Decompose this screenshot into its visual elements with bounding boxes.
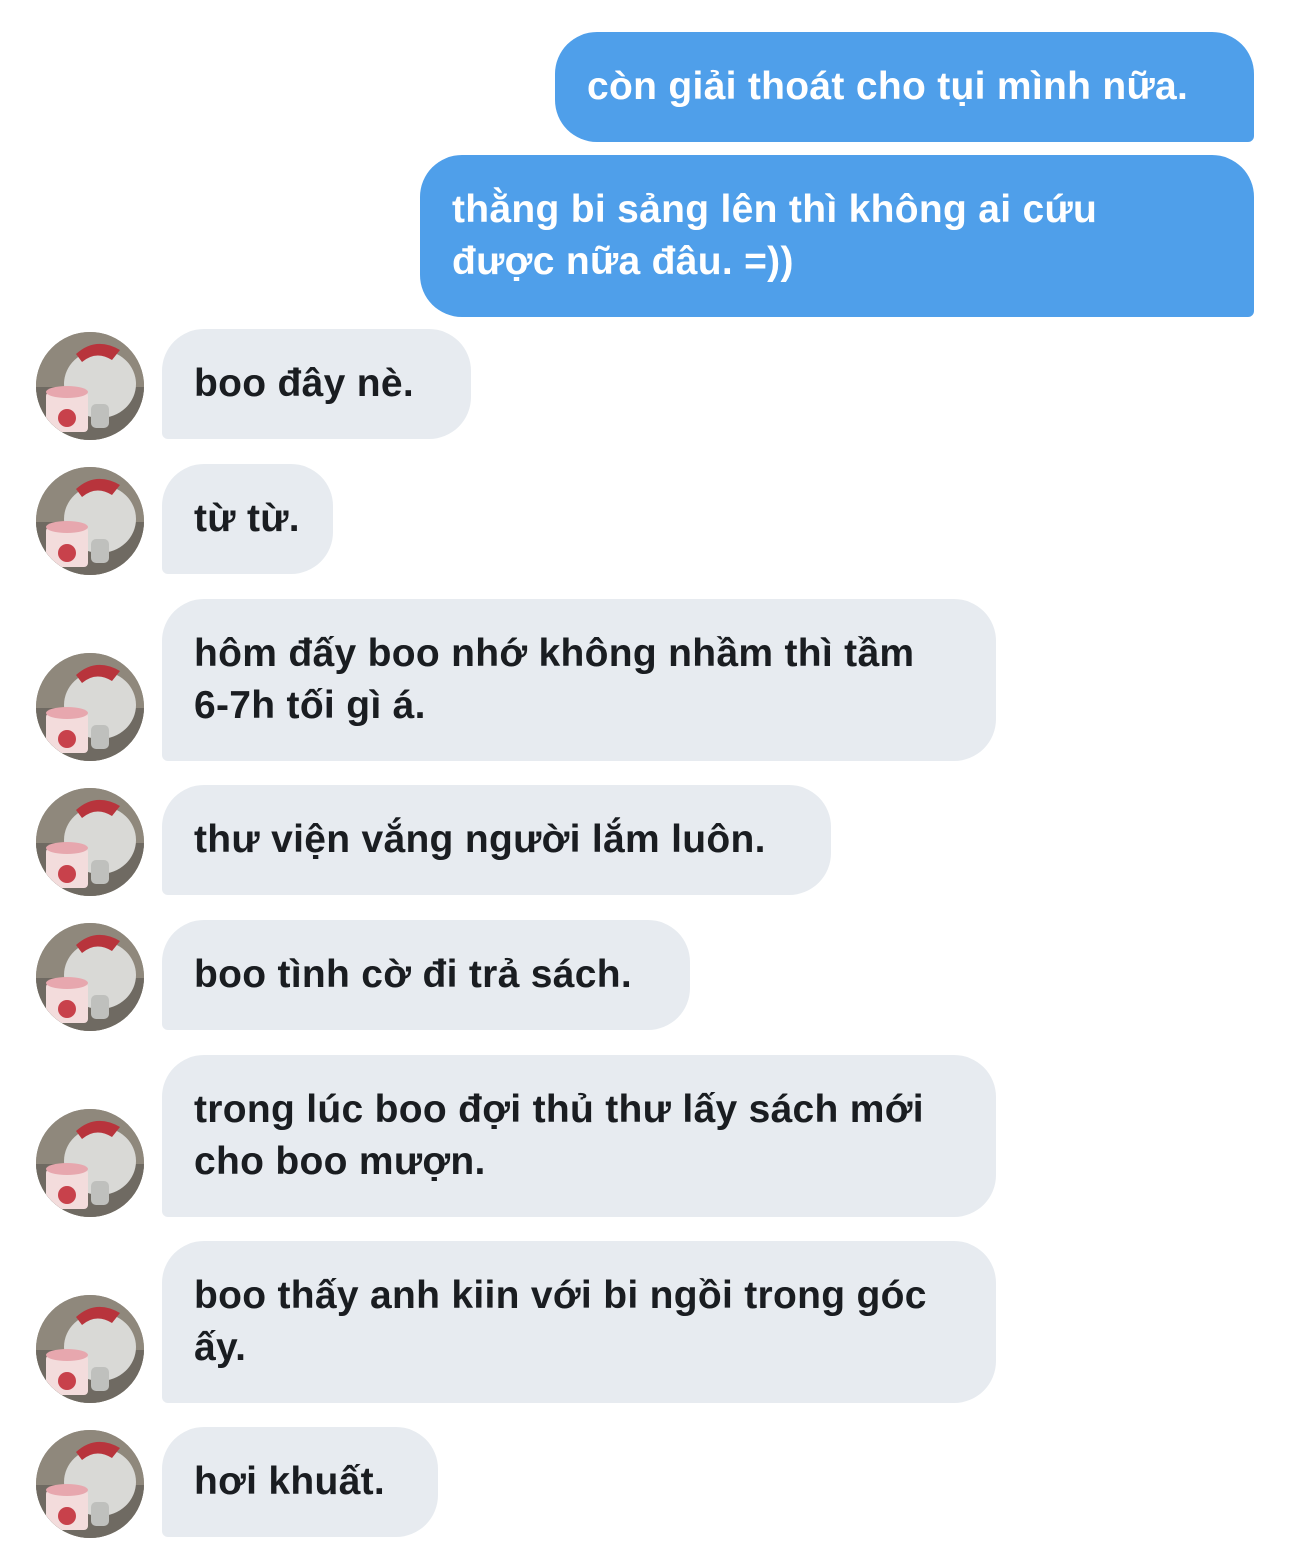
message-bubble-incoming[interactable]: hơi khuất. [162,1427,438,1537]
bear-avatar-icon[interactable] [36,1430,144,1538]
message-bubble-incoming[interactable]: boo tình cờ đi trả sách. [162,920,690,1030]
message-bubble-incoming[interactable]: từ từ. [162,464,333,574]
message-bubble-incoming[interactable]: boo thấy anh kiin với bi ngồi trong góc … [162,1241,996,1403]
bear-avatar-icon[interactable] [36,467,144,575]
bear-avatar-icon[interactable] [36,923,144,1031]
message-bubble-outgoing[interactable]: thằng bi sảng lên thì không ai cứu được … [420,155,1254,317]
message-bubble-incoming[interactable]: boo đây nè. [162,329,471,439]
message-bubble-incoming[interactable]: hôm đấy boo nhớ không nhầm thì tầm 6-7h … [162,599,996,761]
message-bubble-incoming[interactable]: trong lúc boo đợi thủ thư lấy sách mới c… [162,1055,996,1217]
bear-avatar-icon[interactable] [36,1109,144,1217]
bear-avatar-icon[interactable] [36,653,144,761]
bear-avatar-icon[interactable] [36,788,144,896]
message-bubble-incoming[interactable]: thư viện vắng người lắm luôn. [162,785,831,895]
bear-avatar-icon[interactable] [36,1295,144,1403]
message-bubble-outgoing[interactable]: còn giải thoát cho tụi mình nữa. [555,32,1254,142]
bear-avatar-icon[interactable] [36,332,144,440]
